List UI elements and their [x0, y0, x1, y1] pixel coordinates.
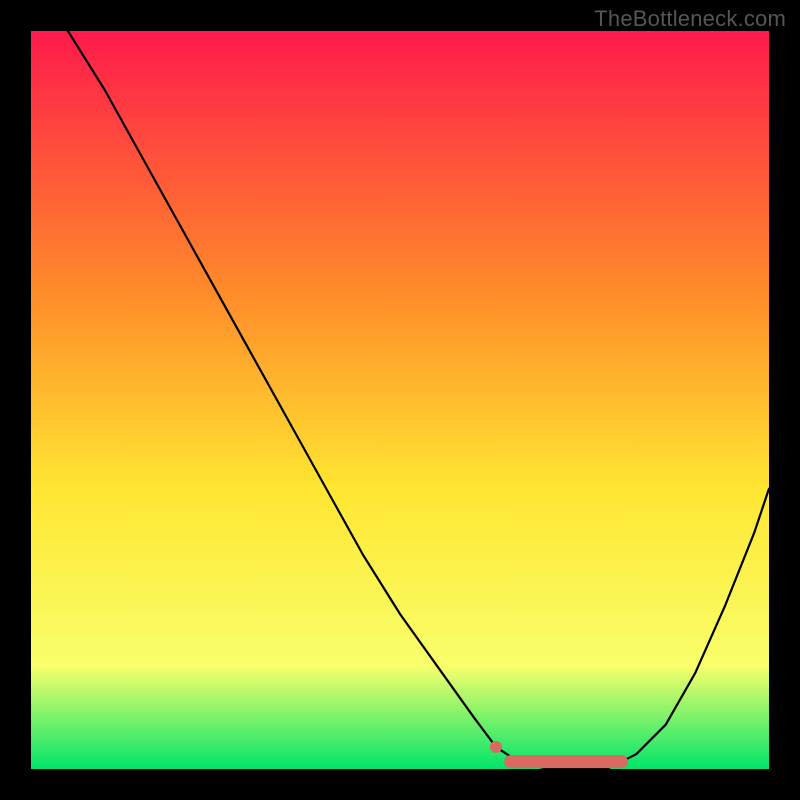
plot-svg	[31, 31, 769, 769]
chart-frame: TheBottleneck.com	[0, 0, 800, 800]
valley-dot-marker	[490, 741, 502, 753]
plot-area	[31, 31, 769, 769]
watermark-text: TheBottleneck.com	[594, 6, 786, 32]
gradient-bg	[31, 31, 769, 769]
